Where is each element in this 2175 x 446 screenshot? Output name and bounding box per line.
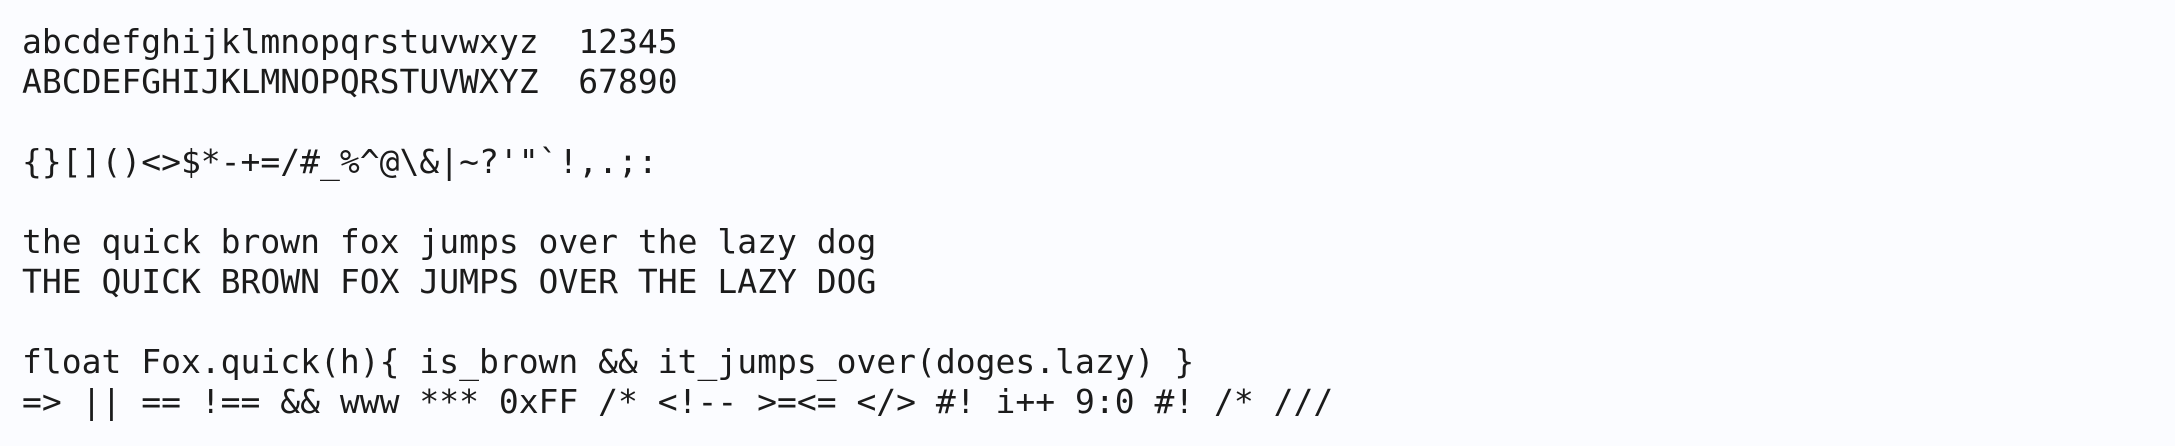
font-specimen-sheet: abcdefghijklmnopqrstuvwxyz 12345 ABCDEFG… <box>0 0 2175 446</box>
pangram-lowercase-line: the quick brown fox jumps over the lazy … <box>22 222 877 261</box>
uppercase-alphabet-line: ABCDEFGHIJKLMNOPQRSTUVWXYZ 67890 <box>22 62 678 101</box>
lowercase-alphabet-line: abcdefghijklmnopqrstuvwxyz 12345 <box>22 22 678 61</box>
pangram-uppercase-line: THE QUICK BROWN FOX JUMPS OVER THE LAZY … <box>22 262 877 301</box>
code-sample-line: float Fox.quick(h){ is_brown && it_jumps… <box>22 342 1195 381</box>
symbols-line: {}[]()<>$*-+=/#_%^@\&|~?'"`!,.;: <box>22 142 658 181</box>
ligatures-sample-line: => || == !== && www *** 0xFF /* <!-- >=<… <box>22 382 1334 421</box>
